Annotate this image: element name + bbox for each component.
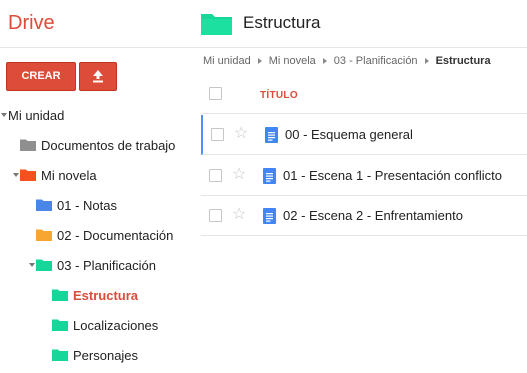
breadcrumb-current: Estructura — [435, 55, 491, 67]
file-row[interactable]: ☆ 00 - Esquema general — [201, 115, 527, 155]
google-doc-icon — [263, 208, 276, 224]
breadcrumb-item[interactable]: Mi unidad — [203, 55, 251, 67]
folder-icon — [52, 349, 68, 361]
star-icon[interactable]: ☆ — [232, 166, 246, 184]
breadcrumb-separator-icon — [322, 58, 327, 64]
upload-button[interactable] — [79, 62, 117, 91]
expand-caret-icon[interactable] — [12, 164, 20, 186]
folder-icon — [36, 199, 52, 211]
google-doc-icon — [265, 127, 278, 143]
sidebar-item-estructura[interactable]: Estructura — [52, 284, 138, 306]
sidebar-item-01-notas[interactable]: 01 - Notas — [36, 194, 117, 216]
file-name[interactable]: 01 - Escena 1 - Presentación conflicto — [283, 168, 502, 183]
file-row[interactable]: ☆ 01 - Escena 1 - Presentación conflicto — [201, 156, 527, 196]
row-checkbox[interactable] — [209, 169, 222, 182]
sidebar-item-03-planificacion[interactable]: 03 - Planificación — [28, 254, 156, 276]
folder-icon — [52, 289, 68, 301]
sidebar-item-label: 01 - Notas — [57, 197, 117, 213]
google-doc-icon — [263, 168, 276, 184]
page-title: Estructura — [243, 13, 321, 32]
sidebar-item-documentos-de-trabajo[interactable]: Documentos de trabajo — [20, 134, 175, 156]
column-title-header[interactable]: TÍTULO — [260, 90, 298, 101]
sidebar-item-mi-unidad[interactable]: Mi unidad — [0, 104, 64, 126]
sidebar-item-label: Estructura — [73, 287, 139, 303]
expand-caret-icon[interactable] — [0, 104, 8, 126]
folder-icon — [36, 259, 52, 271]
sidebar-item-label: Mi novela — [41, 167, 97, 183]
sidebar-item-label: Mi unidad — [8, 107, 65, 123]
breadcrumb-separator-icon — [257, 58, 262, 64]
sidebar-item-label: 02 - Documentación — [57, 227, 174, 243]
sidebar-item-02-documentacion[interactable]: 02 - Documentación — [36, 224, 173, 246]
select-all-checkbox[interactable] — [209, 87, 222, 100]
sidebar-item-localizaciones[interactable]: Localizaciones — [52, 314, 158, 336]
breadcrumb-item[interactable]: Mi novela — [269, 55, 316, 67]
breadcrumb-separator-icon — [424, 58, 429, 64]
sidebar-item-mi-novela[interactable]: Mi novela — [12, 164, 97, 186]
breadcrumb-item[interactable]: 03 - Planificación — [334, 55, 418, 67]
create-button[interactable]: CREAR — [6, 62, 76, 91]
folder-icon — [20, 169, 36, 181]
file-row[interactable]: ☆ 02 - Escena 2 - Enfrentamiento — [201, 196, 527, 236]
row-checkbox[interactable] — [209, 209, 222, 222]
sidebar-item-label: 03 - Planificación — [57, 257, 156, 273]
file-name[interactable]: 00 - Esquema general — [285, 127, 413, 142]
sidebar-item-personajes[interactable]: Personajes — [52, 344, 138, 366]
folder-icon — [52, 319, 68, 331]
sidebar-item-label: Personajes — [73, 347, 139, 363]
star-icon[interactable]: ☆ — [232, 206, 246, 224]
list-header: TÍTULO — [201, 78, 527, 114]
upload-icon — [93, 70, 103, 83]
header-divider — [0, 47, 527, 48]
star-icon[interactable]: ☆ — [234, 125, 248, 143]
row-checkbox[interactable] — [211, 128, 224, 141]
expand-caret-icon[interactable] — [28, 254, 36, 276]
folder-icon — [36, 229, 52, 241]
file-name[interactable]: 02 - Escena 2 - Enfrentamiento — [283, 208, 463, 223]
folder-icon — [20, 139, 36, 151]
breadcrumb: Mi unidad Mi novela 03 - Planificación E… — [203, 55, 491, 67]
drive-logo[interactable]: Drive — [8, 12, 55, 35]
sidebar-item-label: Localizaciones — [73, 317, 159, 333]
folder-icon — [201, 14, 232, 35]
sidebar-item-label: Documentos de trabajo — [41, 137, 176, 153]
